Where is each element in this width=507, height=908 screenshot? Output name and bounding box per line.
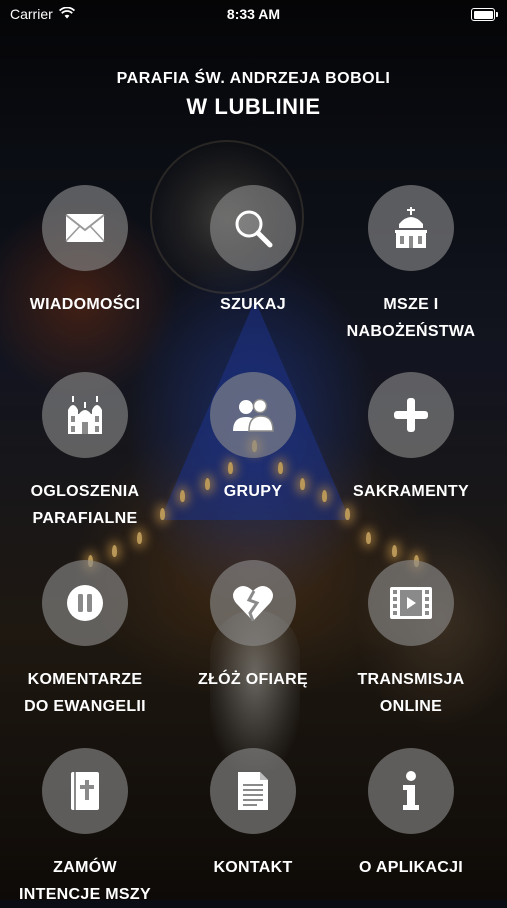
menu-item-label-line: INTENCJE MSZY [19, 886, 151, 903]
menu-item-ofiara[interactable]: ZŁÓŻ OFIARĘ [183, 560, 323, 693]
document-icon [236, 770, 270, 812]
battery-icon [471, 8, 498, 21]
status-bar: Carrier 8:33 AM [0, 0, 507, 30]
menu-item-button[interactable] [210, 372, 296, 458]
group-icon [231, 397, 275, 433]
menu-item-msze[interactable]: MSZE I NABOŻEŃSTWA [341, 185, 481, 345]
menu-item-kontakt[interactable]: KONTAKT [183, 748, 323, 881]
page-title: W LUBLINIE [186, 94, 321, 119]
menu-item-button[interactable] [368, 748, 454, 834]
menu-item-label: ZŁÓŻ OFIARĘ [183, 666, 323, 693]
menu-item-button[interactable] [210, 185, 296, 271]
menu-item-label-line: ZŁÓŻ OFIARĘ [198, 671, 308, 688]
menu-item-label: TRANSMISJA ONLINE [341, 666, 481, 720]
menu-item-button[interactable] [210, 748, 296, 834]
parish-name: PARAFIA ŚW. ANDRZEJA BOBOLI [116, 70, 391, 87]
menu-item-button[interactable] [42, 748, 128, 834]
menu-item-label-line: SAKRAMENTY [353, 483, 469, 500]
menu-item-intencje[interactable]: ZAMÓW INTENCJE MSZY [15, 748, 155, 908]
menu-item-label: WIADOMOŚCI [15, 291, 155, 318]
menu-item-ogloszenia[interactable]: OGLOSZENIA PARAFIALNE [15, 372, 155, 532]
menu-item-label-line: KONTAKT [213, 859, 293, 876]
menu-item-label-line: ZAMÓW [53, 859, 117, 876]
menu-item-label-line: MSZE I [383, 296, 439, 313]
plus-icon [391, 395, 431, 435]
menu-item-label-line: PARAFIALNE [32, 510, 138, 527]
menu-item-button[interactable] [42, 560, 128, 646]
church-icon [391, 206, 431, 250]
menu-item-label-line: KOMENTARZE [27, 671, 143, 688]
menu-item-label-line: GRUPY [223, 483, 283, 500]
menu-item-button[interactable] [368, 560, 454, 646]
menu-item-label: OGLOSZENIA PARAFIALNE [15, 478, 155, 532]
menu-item-label-line: TRANSMISJA [357, 671, 465, 688]
menu-item-button[interactable] [368, 372, 454, 458]
bible-icon [68, 770, 102, 812]
pause-icon [65, 583, 105, 623]
search-icon [231, 206, 275, 250]
menu-item-label: KONTAKT [183, 854, 323, 881]
menu-item-label-line: DO EWANGELII [24, 698, 146, 715]
menu-item-szukaj[interactable]: SZUKAJ [183, 185, 323, 318]
film-icon [389, 586, 433, 620]
envelope-icon [65, 213, 105, 243]
clock: 8:33 AM [226, 6, 281, 22]
menu-item-label-line: OGLOSZENIA [30, 483, 140, 500]
menu-item-transmisja[interactable]: TRANSMISJA ONLINE [341, 560, 481, 720]
menu-item-label-line: WIADOMOŚCI [29, 296, 141, 313]
menu-item-button[interactable] [368, 185, 454, 271]
menu-item-button[interactable] [210, 560, 296, 646]
menu-item-label: KOMENTARZE DO EWANGELII [15, 666, 155, 720]
menu-item-label-line: NABOŻEŃSTWA [346, 323, 476, 340]
menu-item-komentarze[interactable]: KOMENTARZE DO EWANGELII [15, 560, 155, 720]
info-icon [399, 771, 423, 811]
basilica-icon [65, 394, 105, 436]
menu-item-label: SZUKAJ [183, 291, 323, 318]
broken-heart-icon [232, 583, 274, 623]
menu-item-label: O APLIKACJI [341, 854, 481, 881]
menu-item-label: SAKRAMENTY [341, 478, 481, 505]
menu-item-wiadomosci[interactable]: WIADOMOŚCI [15, 185, 155, 318]
menu-item-o-aplikacji[interactable]: O APLIKACJI [341, 748, 481, 881]
menu-item-button[interactable] [42, 372, 128, 458]
menu-item-sakramenty[interactable]: SAKRAMENTY [341, 372, 481, 505]
menu-item-label-line: ONLINE [379, 698, 443, 715]
menu-item-grupy[interactable]: GRUPY [183, 372, 323, 505]
menu-item-label-line: O APLIKACJI [358, 859, 464, 876]
menu-item-label: MSZE I NABOŻEŃSTWA [341, 291, 481, 345]
menu-item-label: GRUPY [183, 478, 323, 505]
menu-item-button[interactable] [42, 185, 128, 271]
app-header: PARAFIA ŚW. ANDRZEJA BOBOLI W LUBLINIE [0, 70, 507, 120]
menu-item-label-line: SZUKAJ [220, 296, 286, 313]
